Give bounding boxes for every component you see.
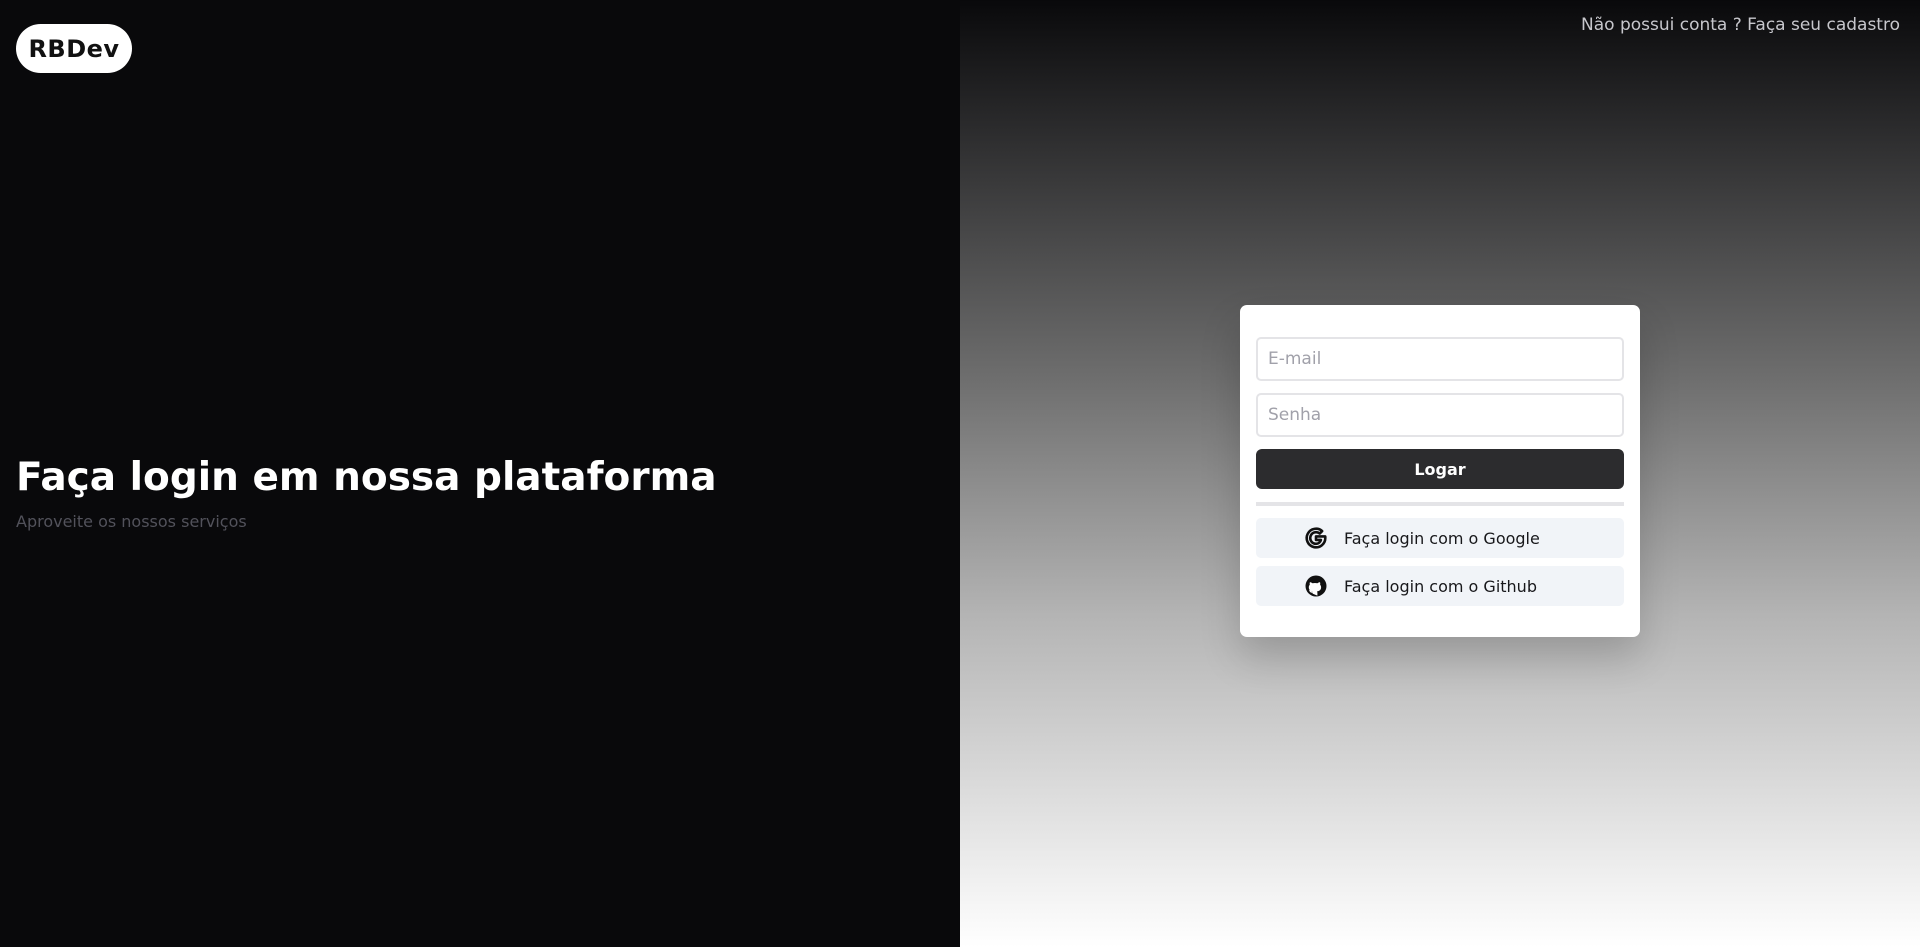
google-login-button[interactable]: Faça login com o Google — [1256, 518, 1624, 558]
github-icon — [1304, 574, 1328, 598]
google-icon — [1304, 526, 1328, 550]
divider — [1256, 502, 1624, 506]
brand-logo[interactable]: RBDev — [16, 24, 132, 73]
google-login-label: Faça login com o Google — [1344, 528, 1540, 548]
login-page: RBDev Faça login em nossa plataforma Apr… — [0, 0, 1920, 947]
hero-subtitle: Aproveite os nossos serviços — [16, 512, 247, 531]
github-login-label: Faça login com o Github — [1344, 576, 1537, 596]
hero-title: Faça login em nossa plataforma — [16, 455, 717, 500]
email-field[interactable] — [1256, 337, 1624, 381]
right-panel: Não possui conta ? Faça seu cadastro Log… — [960, 0, 1920, 947]
login-card: Logar Faça login com o Google — [1240, 305, 1640, 637]
password-field[interactable] — [1256, 393, 1624, 437]
hero: Faça login em nossa plataforma Aproveite… — [16, 454, 717, 531]
login-button[interactable]: Logar — [1256, 449, 1624, 489]
signup-link[interactable]: Não possui conta ? Faça seu cadastro — [1581, 15, 1900, 35]
left-panel: RBDev Faça login em nossa plataforma Apr… — [0, 0, 960, 947]
github-login-button[interactable]: Faça login com o Github — [1256, 566, 1624, 606]
